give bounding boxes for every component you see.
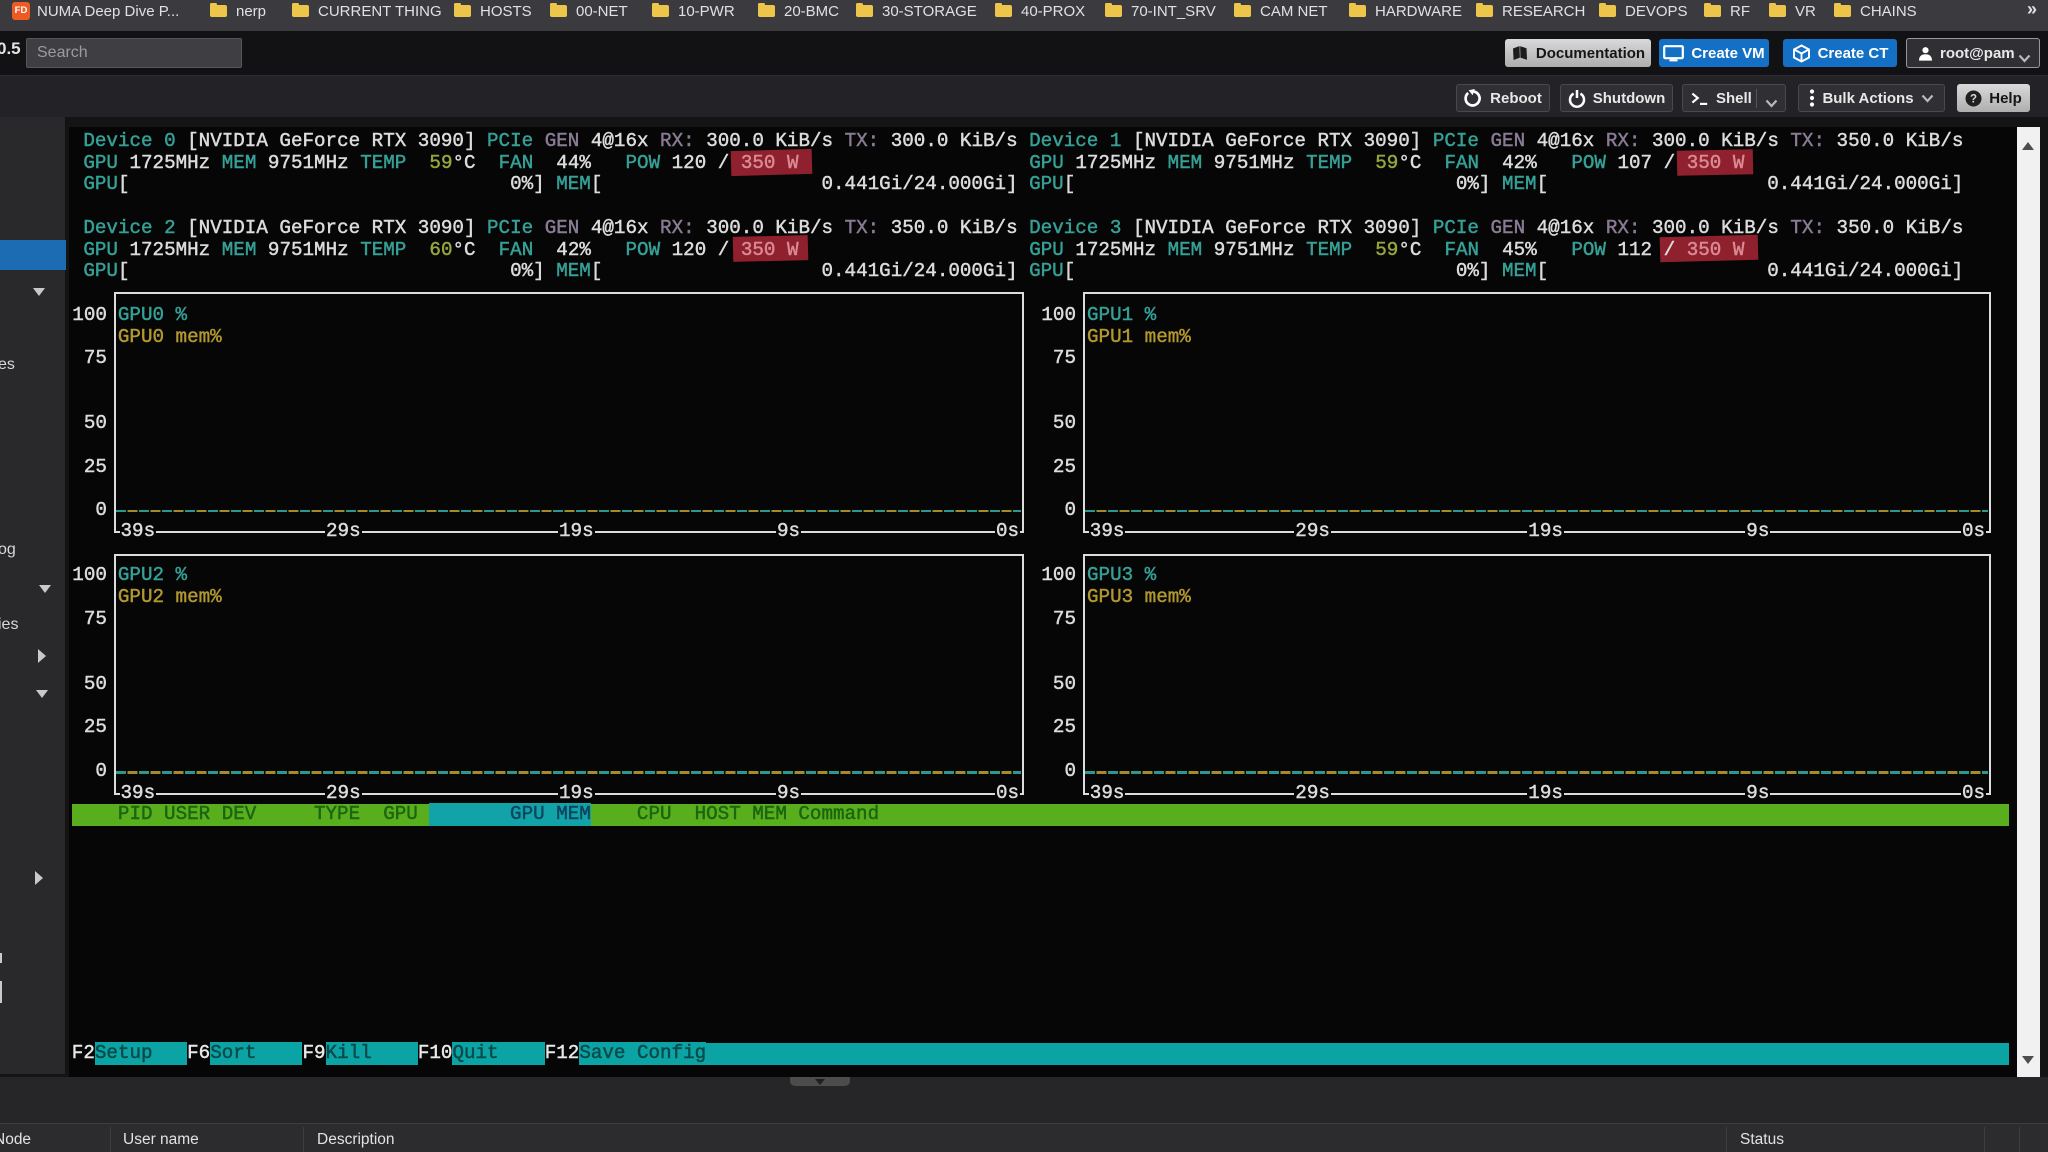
svg-text:?: ? xyxy=(1970,93,1977,105)
